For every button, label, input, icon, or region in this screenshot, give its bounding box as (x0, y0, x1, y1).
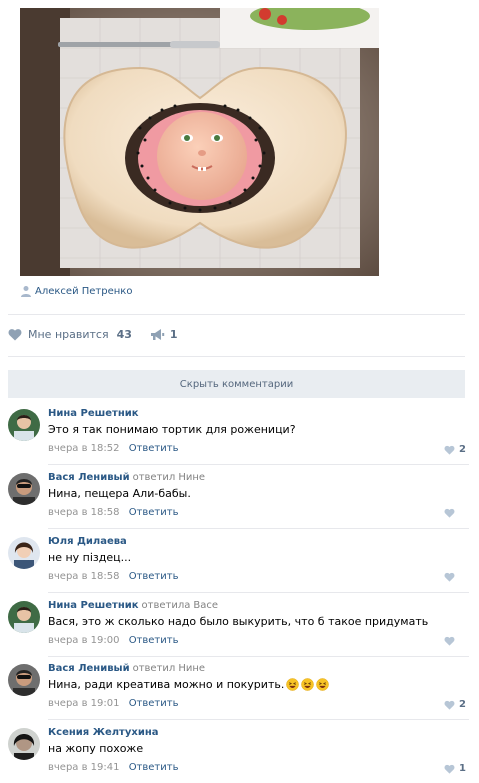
reply-to[interactable]: Нине (178, 663, 205, 674)
comment-author[interactable]: Нина Решетник (48, 600, 139, 611)
reply-word: ответила (141, 600, 191, 611)
reply-link[interactable]: Ответить (129, 571, 179, 582)
reply-link[interactable]: Ответить (129, 698, 179, 709)
comment-meta: вчера в 18:58 Ответить (48, 507, 178, 518)
comment-like-button[interactable] (444, 636, 465, 646)
post-actions: Мне нравится 43 1 (8, 325, 178, 343)
like-count: 43 (116, 327, 132, 341)
reply-to[interactable]: Нине (178, 472, 205, 483)
comment-item: Ксения Желтухина на жопу похоже вчера в … (8, 726, 469, 783)
avatar[interactable] (8, 601, 40, 633)
heart-icon (444, 700, 455, 710)
comment-header: Юля Дилаева (48, 536, 127, 547)
comment-like-count: 1 (459, 763, 466, 774)
heart-icon (8, 328, 22, 340)
post-photo-image (20, 8, 379, 276)
reply-link[interactable]: Ответить (129, 507, 179, 518)
comment-like-button[interactable] (444, 508, 465, 518)
comment-text: не ну піздец... (48, 551, 132, 564)
comment-text: Это я так понимаю тортик для роженици? (48, 423, 296, 436)
comment-header: Нина Решетник (48, 408, 139, 419)
divider (48, 464, 469, 465)
reply-link[interactable]: Ответить (129, 635, 179, 646)
comment-like-button[interactable]: 1 (444, 763, 466, 774)
divider (48, 656, 469, 657)
avatar[interactable] (8, 537, 40, 569)
comment-author[interactable]: Вася Ленивый (48, 472, 130, 483)
divider (48, 592, 469, 593)
comment-header: Вася Ленивый ответил Нине (48, 663, 205, 674)
comment-meta: вчера в 18:58 Ответить (48, 571, 178, 582)
laughing-emoji-icon (301, 678, 315, 691)
comment-item: Нина Решетник ответила Васе Вася, это ж ск… (8, 599, 469, 657)
heart-icon (444, 636, 455, 646)
comment-date[interactable]: вчера в 19:41 (48, 762, 120, 773)
comment-author[interactable]: Юля Дилаева (48, 536, 127, 547)
reply-word: ответил (132, 472, 176, 483)
heart-icon (444, 508, 455, 518)
laughing-emoji-icon (316, 678, 330, 691)
comment-meta: вчера в 19:41 Ответить (48, 762, 178, 773)
comment-author[interactable]: Нина Решетник (48, 408, 139, 419)
post-author-name[interactable]: Алексей Петренко (35, 286, 132, 297)
share-count: 1 (169, 327, 178, 341)
comment-like-button[interactable]: 2 (444, 699, 466, 710)
avatar[interactable] (8, 664, 40, 696)
post-author[interactable]: Алексей Петренко (20, 283, 132, 299)
comment-header: Вася Ленивый ответил Нине (48, 472, 205, 483)
megaphone-icon (150, 328, 165, 340)
comment-date[interactable]: вчера в 18:52 (48, 443, 120, 454)
comment-author[interactable]: Ксения Желтухина (48, 727, 158, 738)
comment-text: Вася, это ж сколько надо было выкурить, … (48, 615, 429, 628)
like-button[interactable]: Мне нравится 43 (8, 328, 132, 341)
heart-icon (444, 764, 455, 774)
comment-meta: вчера в 19:00 Ответить (48, 635, 178, 646)
comment-meta: вчера в 18:52 Ответить (48, 443, 178, 454)
post-photo[interactable] (20, 8, 379, 276)
comment-text: на жопу похоже (48, 742, 144, 755)
reply-to[interactable]: Васе (193, 600, 218, 611)
comment-date[interactable]: вчера в 19:00 (48, 635, 120, 646)
comment-date[interactable]: вчера в 18:58 (48, 507, 120, 518)
avatar[interactable] (8, 728, 40, 760)
comment-meta: вчера в 19:01 Ответить (48, 698, 178, 709)
comment-date[interactable]: вчера в 18:58 (48, 571, 120, 582)
like-label: Мне нравится (28, 327, 109, 341)
comment-like-button[interactable] (444, 572, 465, 582)
heart-icon (444, 445, 455, 455)
divider (48, 528, 469, 529)
divider (8, 314, 465, 315)
comment-author[interactable]: Вася Ленивый (48, 663, 130, 674)
avatar[interactable] (8, 409, 40, 441)
reply-link[interactable]: Ответить (129, 762, 179, 773)
avatar[interactable] (8, 473, 40, 505)
comment-header: Ксения Желтухина (48, 727, 158, 738)
comment-item: Юля Дилаева не ну піздец... вчера в 18:5… (8, 535, 469, 593)
comment-header: Нина Решетник ответила Васе (48, 600, 218, 611)
comment-item: Вася Ленивый ответил Нине Нина, пещера Али… (8, 471, 469, 529)
comment-text: Нина, ради креатива можно и покурить. (48, 678, 330, 691)
comment-like-count: 2 (459, 699, 466, 710)
person-icon (21, 286, 31, 297)
share-button[interactable]: 1 (150, 328, 178, 341)
reply-link[interactable]: Ответить (129, 443, 179, 454)
comment-like-count: 2 (459, 444, 466, 455)
comment-item: Вася Ленивый ответил Нине Нина, ради креат… (8, 662, 469, 720)
comment-text: Нина, пещера Али-бабы. (48, 487, 191, 500)
comment-date[interactable]: вчера в 19:01 (48, 698, 120, 709)
laughing-emoji-icon (286, 678, 300, 691)
reply-word: ответил (132, 663, 176, 674)
divider (48, 719, 469, 720)
comment-like-button[interactable]: 2 (444, 444, 466, 455)
comment-item: Нина Решетник Это я так понимаю тортик д… (8, 407, 469, 465)
hide-comments-button[interactable]: Скрыть комментарии (8, 370, 465, 398)
divider (8, 356, 465, 357)
heart-icon (444, 572, 455, 582)
